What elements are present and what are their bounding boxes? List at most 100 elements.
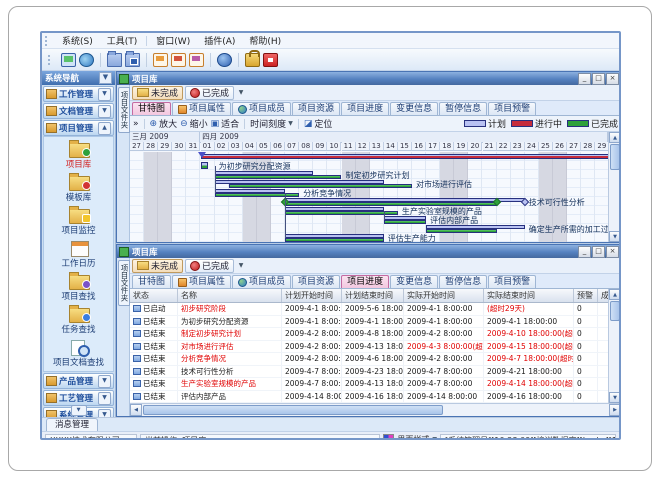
- fit-button[interactable]: ▣适合: [211, 117, 240, 130]
- tab-项目预警[interactable]: 项目预警: [488, 275, 536, 288]
- table-row[interactable]: 已结束制定初步研究计划2009-4-2 8:00:002009-4-8 18:0…: [130, 328, 608, 341]
- scroll-right-icon[interactable]: ▶: [609, 404, 619, 416]
- tab-未完成[interactable]: 未完成: [132, 259, 183, 273]
- scroll-left-icon[interactable]: ◀: [130, 404, 142, 416]
- column-header-2[interactable]: 计划开始时间: [282, 289, 342, 302]
- zoom-out-button[interactable]: ⊖缩小: [180, 117, 208, 130]
- minimize-icon[interactable]: _: [578, 246, 591, 258]
- column-header-5[interactable]: 实际结束时间: [484, 289, 574, 302]
- computer-icon[interactable]: [61, 53, 76, 67]
- table-horizontal-scrollbar[interactable]: ◀▶: [130, 403, 619, 416]
- tab-变更信息[interactable]: 变更信息: [390, 102, 438, 115]
- table-row[interactable]: 已结束分析竞争情况2009-4-2 8:00:002009-4-6 18:00:…: [130, 353, 608, 366]
- scroll-track[interactable]: [444, 404, 609, 416]
- tab-变更信息[interactable]: 变更信息: [390, 275, 438, 288]
- ui-style-selector[interactable]: 界面样式 ▼: [383, 434, 437, 441]
- tab-message-management[interactable]: 消息管理: [46, 418, 98, 431]
- sidebar-item-项目查找[interactable]: 项目查找: [44, 271, 113, 304]
- table-row[interactable]: 已结束为初步研究分配资源2009-4-1 8:00:002009-4-1 18:…: [130, 316, 608, 329]
- chevron-down-icon[interactable]: ▼: [98, 105, 111, 118]
- pin-icon[interactable]: ▼: [99, 72, 112, 84]
- tab-暂停信息[interactable]: 暂停信息: [439, 275, 487, 288]
- lock-icon[interactable]: [245, 53, 260, 67]
- sidebar-group-2[interactable]: 项目管理▲: [43, 120, 114, 136]
- sidebar-group-4[interactable]: 工艺管理▼: [43, 390, 114, 406]
- tab-项目属性[interactable]: 项目属性: [172, 102, 231, 115]
- sidebar-group-3[interactable]: 产品管理▼: [43, 373, 114, 389]
- scroll-thumb[interactable]: [610, 301, 619, 321]
- tab-项目预警[interactable]: 项目预警: [488, 102, 536, 115]
- mail-icon-2[interactable]: [171, 53, 186, 67]
- tab-甘特图[interactable]: 甘特图: [132, 275, 171, 288]
- table-vertical-scrollbar[interactable]: ▲▼: [608, 289, 619, 403]
- sidebar-group-0[interactable]: 工作管理▼: [43, 86, 114, 102]
- tab-项目成员[interactable]: 项目成员: [232, 275, 291, 288]
- chevron-down-icon[interactable]: ▼: [236, 261, 246, 271]
- chevron-down-icon[interactable]: ▼: [98, 375, 111, 388]
- minimize-icon[interactable]: _: [578, 73, 591, 85]
- table-row[interactable]: 已结束技术可行性分析2009-4-7 8:00:002009-4-23 18:0…: [130, 366, 608, 379]
- maximize-icon[interactable]: □: [592, 73, 605, 85]
- tab-已完成[interactable]: 已完成: [185, 86, 234, 100]
- globe-icon[interactable]: [79, 53, 94, 67]
- sidebar-item-项目监控[interactable]: 项目监控: [44, 205, 113, 238]
- stop-icon[interactable]: [263, 53, 278, 67]
- column-header-3[interactable]: 计划结束时间: [342, 289, 404, 302]
- table-row[interactable]: 已结束对市场进行评估2009-4-2 8:00:002009-4-13 18:0…: [130, 341, 608, 354]
- child-title-bar[interactable]: 项目库_□×: [117, 245, 619, 258]
- tab-暂停信息[interactable]: 暂停信息: [439, 102, 487, 115]
- tab-已完成[interactable]: 已完成: [185, 259, 234, 273]
- column-header-4[interactable]: 实际开始时间: [404, 289, 484, 302]
- tab-项目属性[interactable]: 项目属性: [172, 275, 231, 288]
- tab-项目成员[interactable]: 项目成员: [232, 102, 291, 115]
- folder-icon[interactable]: [107, 53, 122, 67]
- close-icon[interactable]: ×: [606, 73, 619, 85]
- mail-icon-1[interactable]: [153, 53, 168, 67]
- tab-项目资源[interactable]: 项目资源: [292, 102, 340, 115]
- tab-project-folders[interactable]: 项目文件夹: [118, 87, 130, 133]
- scroll-up-icon[interactable]: ▲: [609, 132, 619, 143]
- time-scale-dropdown[interactable]: 时间刻度▼: [250, 117, 293, 130]
- scroll-thumb[interactable]: [143, 405, 443, 415]
- chevron-up-icon[interactable]: ▲: [98, 122, 111, 135]
- folder-computer-icon[interactable]: [125, 53, 140, 67]
- scroll-track[interactable]: [609, 171, 619, 231]
- tab-项目资源[interactable]: 项目资源: [292, 275, 340, 288]
- scroll-up-icon[interactable]: ▲: [609, 289, 619, 300]
- gantt-vertical-scrollbar[interactable]: ▲▼: [608, 132, 619, 242]
- table-row[interactable]: 已结束评估内部产品2009-4-14 8:00:002009-4-16 18:0…: [130, 391, 608, 404]
- column-header-6[interactable]: 预警: [574, 289, 598, 302]
- sidebar-item-任务查找[interactable]: 任务查找: [44, 304, 113, 337]
- scroll-down-icon[interactable]: ▼: [609, 231, 619, 242]
- menu-item-1[interactable]: 工具(T): [100, 34, 145, 47]
- menu-item-0[interactable]: 系统(S): [55, 34, 100, 47]
- mail-icon-3[interactable]: [189, 53, 204, 67]
- chevron-down-icon[interactable]: ▼: [98, 392, 111, 405]
- scroll-down-icon[interactable]: ▼: [71, 405, 87, 416]
- locate-button[interactable]: ◪定位: [304, 117, 333, 130]
- close-icon[interactable]: ×: [606, 246, 619, 258]
- table-row[interactable]: 已结束生产实验室规模的产品2009-4-7 8:00:002009-4-13 1…: [130, 378, 608, 391]
- child-title-bar[interactable]: 项目库_□×: [117, 72, 619, 85]
- sidebar-group-1[interactable]: 文档管理▼: [43, 103, 114, 119]
- scroll-thumb[interactable]: [610, 144, 619, 170]
- sidebar-item-项目库[interactable]: 项目库: [44, 139, 113, 172]
- menu-item-4[interactable]: 帮助(H): [242, 34, 288, 47]
- scroll-track[interactable]: [609, 322, 619, 392]
- scroll-down-icon[interactable]: ▼: [609, 392, 619, 403]
- gantt-grid[interactable]: 三月 2009四月 200927282930310102030405060708…: [130, 132, 608, 242]
- menu-item-2[interactable]: 窗口(W): [149, 34, 197, 47]
- menu-item-3[interactable]: 插件(A): [197, 34, 242, 47]
- chevron-down-icon[interactable]: ▼: [98, 409, 111, 418]
- tab-项目进度[interactable]: 项目进度: [341, 102, 389, 115]
- column-header-0[interactable]: 状态: [130, 289, 178, 302]
- sidebar-item-项目文档查找[interactable]: 项目文档查找: [44, 337, 113, 370]
- more-tools-button[interactable]: »: [133, 119, 139, 129]
- table-row[interactable]: 已启动初步研究阶段2009-4-1 8:00:002009-5-6 18:00:…: [130, 303, 608, 316]
- help-icon[interactable]: [217, 53, 232, 67]
- tab-甘特图[interactable]: 甘特图: [132, 102, 171, 115]
- chevron-down-icon[interactable]: ▼: [98, 88, 111, 101]
- tab-project-folders[interactable]: 项目文件夹: [118, 260, 130, 306]
- maximize-icon[interactable]: □: [592, 246, 605, 258]
- column-header-7[interactable]: 成: [598, 289, 608, 302]
